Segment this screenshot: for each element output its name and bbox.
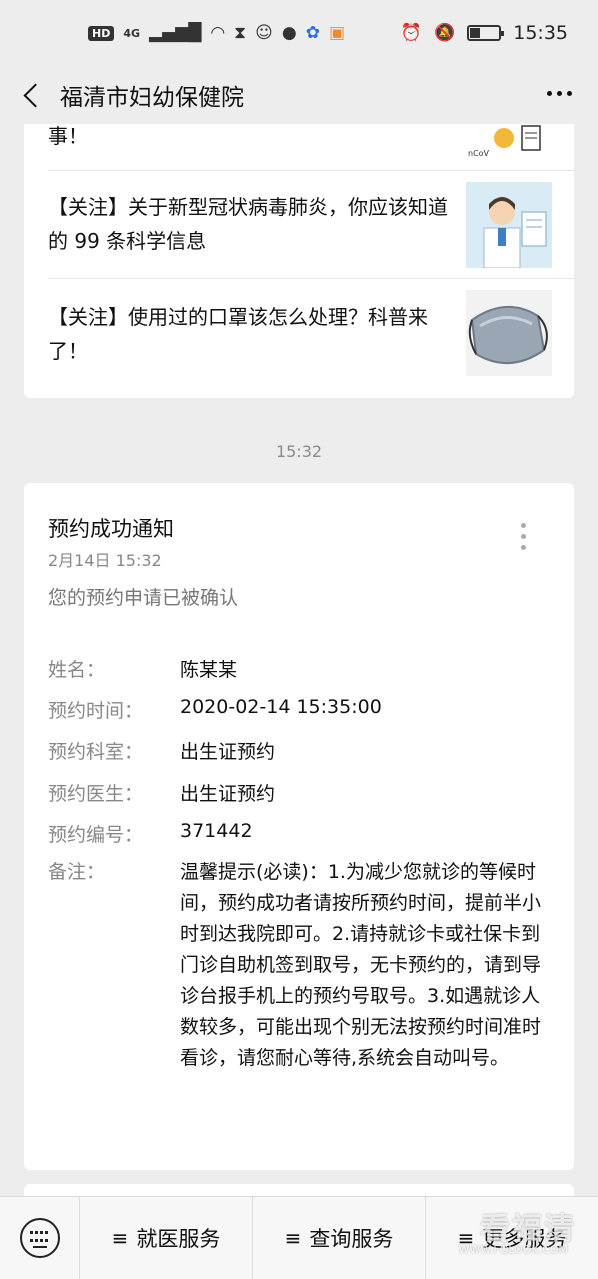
field-row-time: 预约时间： 2020-02-14 15:35:00 bbox=[48, 696, 554, 723]
menu-more-services[interactable]: ≡ 更多服务 bbox=[426, 1197, 598, 1279]
field-row-note: 备注： 温馨提示(必读)：1.为减少您就诊的等候时间，预约成功者请按所预约时间，… bbox=[48, 857, 554, 1074]
article-title-tail[interactable]: 事！ bbox=[48, 124, 88, 148]
field-row-name: 姓名： 陈某某 bbox=[48, 655, 554, 682]
menu-list-icon: ≡ bbox=[111, 1226, 129, 1250]
field-value: 出生证预约 bbox=[180, 783, 276, 805]
qq-icon: ☺ bbox=[255, 22, 273, 43]
menu-list-icon: ≡ bbox=[284, 1226, 302, 1250]
status-bar-right: ⏰ 🔕 15:35 bbox=[401, 22, 568, 44]
network-type: 4G bbox=[123, 26, 141, 40]
menu-list-icon: ≡ bbox=[457, 1226, 475, 1250]
field-label: 预约时间： bbox=[48, 700, 144, 722]
svg-text:nCoV: nCoV bbox=[468, 149, 490, 158]
article-thumbnail-mask[interactable] bbox=[466, 290, 552, 376]
menu-label: 查询服务 bbox=[309, 1227, 394, 1251]
status-bar: HD 4G ▂▄▆█ ◠ ⧗ ☺ ● ✿ ▣ ⏰ 🔕 15:35 bbox=[0, 0, 598, 66]
field-value: 陈某某 bbox=[180, 659, 238, 681]
more-options-icon[interactable] bbox=[547, 91, 572, 96]
status-time: 15:35 bbox=[513, 22, 568, 44]
battery-icon bbox=[467, 25, 505, 41]
notification-title: 预约成功通知 bbox=[48, 517, 174, 541]
keyboard-toggle-button[interactable] bbox=[0, 1196, 80, 1279]
signal-icon: ▂▄▆█ bbox=[149, 22, 202, 43]
message-timestamp: 15:32 bbox=[275, 442, 323, 461]
divider bbox=[48, 278, 574, 279]
article-list-card: 事！ nCoV 【关注】关于新型冠状病毒肺炎，你应该知道的 99 条科学信息 【… bbox=[24, 124, 574, 398]
mute-icon: 🔕 bbox=[434, 22, 456, 43]
hd-badge: HD bbox=[88, 25, 115, 41]
menu-label: 更多服务 bbox=[482, 1227, 567, 1251]
hourglass-icon: ⧗ bbox=[234, 22, 247, 43]
menu-label: 就医服务 bbox=[136, 1227, 221, 1251]
divider bbox=[48, 170, 574, 171]
field-value: 出生证预约 bbox=[180, 741, 276, 763]
article-thumbnail-doctor[interactable] bbox=[466, 182, 552, 268]
field-label: 预约医生： bbox=[48, 783, 144, 805]
field-label: 姓名： bbox=[48, 659, 106, 681]
chat-icon: ● bbox=[281, 22, 297, 43]
status-bar-left: HD 4G ▂▄▆█ ◠ ⧗ ☺ ● ✿ ▣ bbox=[88, 22, 345, 43]
notification-menu-icon[interactable] bbox=[518, 523, 528, 555]
article-item-1[interactable]: 【关注】关于新型冠状病毒肺炎，你应该知道的 99 条科学信息 bbox=[48, 190, 458, 258]
field-row-department: 预约科室： 出生证预约 bbox=[48, 737, 554, 764]
notification-subtitle: 您的预约申请已被确认 bbox=[48, 587, 239, 609]
keyboard-icon bbox=[19, 1218, 60, 1258]
menu-medical-services[interactable]: ≡ 就医服务 bbox=[80, 1196, 253, 1279]
note-text: 温馨提示(必读)：1.为减少您就诊的等候时间，预约成功者请按所预约时间，提前半小… bbox=[180, 861, 542, 1069]
baidu-icon: ✿ bbox=[305, 22, 320, 43]
field-value: 371442 bbox=[180, 820, 253, 842]
page-title: 福清市妇幼保健院 bbox=[60, 85, 244, 111]
alarm-icon: ⏰ bbox=[400, 22, 423, 43]
bottom-menu-bar: ≡ 就医服务 ≡ 查询服务 ≡ 更多服务 bbox=[0, 1196, 598, 1279]
notification-date: 2月14日 15:32 bbox=[48, 551, 162, 570]
field-row-number: 预约编号： 371442 bbox=[48, 820, 554, 847]
article-thumbnail-cartoon[interactable]: nCoV bbox=[466, 124, 552, 160]
field-label: 备注： bbox=[48, 861, 106, 883]
uc-icon: ▣ bbox=[328, 22, 345, 43]
menu-query-services[interactable]: ≡ 查询服务 bbox=[253, 1196, 426, 1279]
field-row-doctor: 预约医生： 出生证预约 bbox=[48, 779, 554, 806]
field-value: 2020-02-14 15:35:00 bbox=[180, 696, 382, 718]
back-arrow-icon[interactable] bbox=[12, 73, 56, 117]
article-item-2[interactable]: 【关注】使用过的口罩该怎么处理？科普来了！ bbox=[48, 300, 458, 368]
field-label: 预约科室： bbox=[48, 741, 144, 763]
appointment-notification-card[interactable]: 预约成功通知 2月14日 15:32 您的预约申请已被确认 姓名： 陈某某 预约… bbox=[24, 483, 574, 1170]
nav-bar: 福清市妇幼保健院 bbox=[0, 66, 598, 124]
field-label: 预约编号： bbox=[48, 824, 144, 846]
wifi-icon: ◠ bbox=[210, 22, 226, 43]
